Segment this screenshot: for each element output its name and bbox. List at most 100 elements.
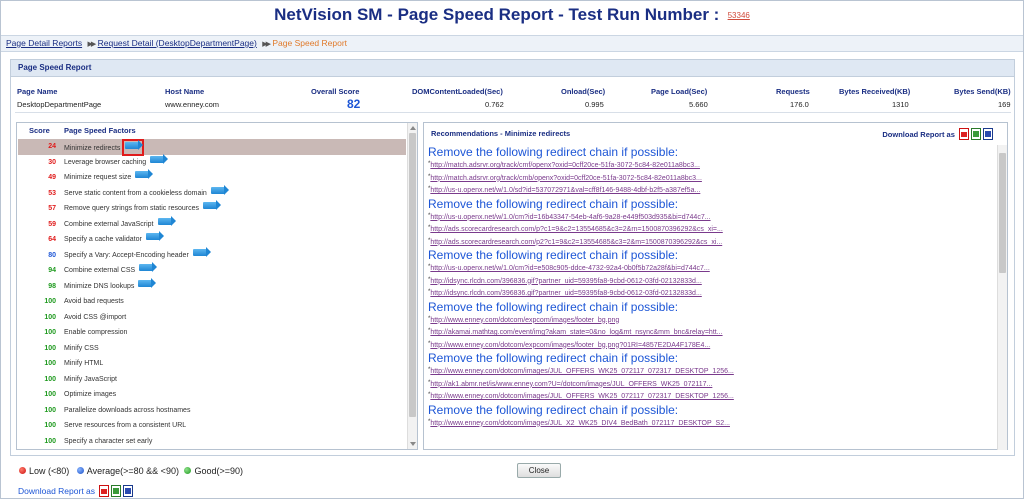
summary-header-bytes-received: Bytes Received(KB) xyxy=(839,87,911,96)
blue-arrow-icon[interactable] xyxy=(138,277,157,288)
factor-score: 59 xyxy=(48,220,56,228)
redirect-url-item: *http://akamai.mathtag.com/event/img?aka… xyxy=(428,326,993,339)
factor-name-wrap: Serve static content from a cookieless d… xyxy=(64,184,229,202)
factor-row[interactable]: 100 Minify HTML xyxy=(18,356,406,372)
legend-good: Good(>=90) xyxy=(194,466,244,476)
redirect-url-link[interactable]: http://www.enney.com/dotcom/expcom/image… xyxy=(430,317,619,324)
factor-row[interactable]: 100 Serve resources from a consistent URL xyxy=(18,418,406,434)
word-file-icon[interactable] xyxy=(983,128,993,140)
redirect-chain-title: Remove the following redirect chain if p… xyxy=(428,145,679,159)
factors-scrollbar[interactable] xyxy=(407,123,417,449)
scroll-down-icon[interactable] xyxy=(410,442,416,446)
blue-arrow-icon[interactable] xyxy=(125,140,144,150)
factor-row[interactable]: 80 Specify a Vary: Accept-Encoding header xyxy=(18,246,406,264)
factor-row[interactable]: 30 Leverage browser caching xyxy=(18,153,406,171)
factor-row[interactable]: 100 Optimize images xyxy=(18,387,406,403)
blue-arrow-icon[interactable] xyxy=(135,169,154,179)
blue-arrow-icon[interactable] xyxy=(192,246,211,257)
redirect-url-link[interactable]: http://www.enney.com/dotcom/expcom/image… xyxy=(430,342,710,349)
breadcrumb-request-detail[interactable]: Request Detail (DesktopDepartmentPage) xyxy=(98,38,257,48)
factor-name-wrap: Minimize DNS lookups xyxy=(64,277,157,295)
summary-onload: 0.995 xyxy=(585,100,604,109)
redirect-url-link[interactable]: http://us-u.openx.net/w/1.0/sd?id=537072… xyxy=(430,187,700,194)
recommendations-scrollbar[interactable] xyxy=(997,145,1007,450)
redirect-url-link[interactable]: http://idsync.rlcdn.com/396836.gif?partn… xyxy=(430,290,701,297)
summary-header-page-name: Page Name xyxy=(17,87,58,96)
redirect-url-link[interactable]: http://www.enney.com/dotcom/images/JUL_X… xyxy=(430,420,730,427)
factor-score: 49 xyxy=(48,174,56,181)
redirect-url-link[interactable]: http://us-u.openx.net/w/1.0/cm?id=16b433… xyxy=(430,214,710,221)
factor-name: Leverage browser caching xyxy=(64,158,147,166)
scrollbar-thumb[interactable] xyxy=(999,153,1006,273)
redirect-url-item: *http://ads.scorecardresearch.com/p?c1=9… xyxy=(428,223,993,236)
factor-name: Minimize DNS lookups xyxy=(64,282,135,290)
blue-arrow-icon[interactable] xyxy=(210,184,229,195)
close-button[interactable]: Close xyxy=(517,463,561,478)
factor-row[interactable]: 100 Parallelize downloads across hostname… xyxy=(18,403,406,419)
factor-row[interactable]: 100 Specify a character set early xyxy=(18,434,406,450)
factor-score: 100 xyxy=(44,391,56,398)
factor-name: Specify a Vary: Accept-Encoding header xyxy=(64,251,189,259)
breadcrumb-separator-icon: ▶▶ xyxy=(262,41,271,48)
factor-row[interactable]: 100 Enable compression xyxy=(18,325,406,341)
summary-divider xyxy=(15,112,1011,113)
redirect-url-link[interactable]: http://www.enney.com/dotcom/images/JUL_O… xyxy=(430,368,734,375)
scrollbar-thumb[interactable] xyxy=(409,133,416,417)
redirect-url-link[interactable]: http://match.adsrvr.org/track/cmb/openx?… xyxy=(430,175,702,182)
redirect-url-item: *http://ak1.abmr.net/is/www.enney.com?U=… xyxy=(428,378,993,391)
summary-host-name: www.enney.com xyxy=(165,100,220,109)
blue-arrow-icon[interactable] xyxy=(139,262,158,272)
factor-score: 100 xyxy=(44,360,56,367)
blue-arrow-icon[interactable] xyxy=(203,200,221,210)
factor-score: 100 xyxy=(44,406,56,414)
blue-arrow-icon[interactable] xyxy=(157,215,176,226)
summary-header-requests: Requests xyxy=(776,87,810,96)
panel-title: Page Speed Report xyxy=(11,60,1014,77)
pdf-file-icon[interactable] xyxy=(959,128,969,140)
redirect-url-link[interactable]: http://akamai.mathtag.com/event/img?akam… xyxy=(430,329,722,336)
factors-header-score: Score xyxy=(29,126,50,135)
redirect-url-link[interactable]: http://www.enney.com/dotcom/images/JUL_O… xyxy=(430,393,734,400)
redirect-url-link[interactable]: http://ads.scorecardresearch.com/p?c1=9&… xyxy=(430,226,722,233)
breadcrumb-page-detail-reports[interactable]: Page Detail Reports xyxy=(6,38,82,48)
redirect-url-link[interactable]: http://match.adsrvr.org/track/cmf/openx?… xyxy=(430,162,700,169)
factor-row[interactable]: 100 Avoid CSS @import xyxy=(18,310,406,326)
factor-row[interactable]: 57 Remove query strings from static resou… xyxy=(18,200,406,217)
blue-arrow-icon[interactable] xyxy=(150,153,169,164)
redirect-url-item: *http://www.enney.com/dotcom/expcom/imag… xyxy=(428,314,993,327)
redirect-url-link[interactable]: http://us-u.openx.net/w/1.0/cm?id=e508c9… xyxy=(430,265,709,272)
factors-header-name: Page Speed Factors xyxy=(64,126,136,135)
factor-score: 80 xyxy=(48,251,56,259)
redirect-url-item: *http://www.enney.com/dotcom/expcom/imag… xyxy=(428,339,993,352)
factor-row[interactable]: 100 Avoid bad requests xyxy=(18,294,406,310)
selected-arrow-highlight[interactable] xyxy=(122,139,145,156)
redirect-url-link[interactable]: http://ads.scorecardresearch.com/p2?c1=9… xyxy=(430,239,722,246)
redirect-url-link[interactable]: http://idsync.rlcdn.com/396836.gif?partn… xyxy=(430,278,701,285)
scroll-up-icon[interactable] xyxy=(410,126,416,130)
factor-row[interactable]: 59 Combine external JavaScript xyxy=(18,215,406,233)
excel-file-icon[interactable] xyxy=(111,485,122,497)
excel-file-icon[interactable] xyxy=(971,128,981,140)
redirect-url-item: *http://idsync.rlcdn.com/396836.gif?part… xyxy=(428,287,993,300)
pdf-file-icon[interactable] xyxy=(99,485,110,497)
factor-row[interactable]: 64 Specify a cache validator xyxy=(18,231,406,248)
factor-row[interactable]: 49 Minimize request size xyxy=(18,169,406,186)
factor-row[interactable]: 53 Serve static content from a cookieless… xyxy=(18,184,406,202)
factor-row[interactable]: 98 Minimize DNS lookups xyxy=(18,277,406,295)
factor-name: Specify a cache validator xyxy=(64,236,142,243)
word-file-icon[interactable] xyxy=(123,485,134,497)
factor-name: Combine external CSS xyxy=(64,267,136,274)
factor-name-wrap: Minify CSS xyxy=(64,341,99,357)
factor-row[interactable]: 24 Minimize redirects xyxy=(18,139,406,156)
test-run-number-link[interactable]: 53346 xyxy=(728,11,750,20)
redirect-chain-title: Remove the following redirect chain if p… xyxy=(428,402,679,417)
factor-row[interactable]: 94 Combine external CSS xyxy=(18,262,406,279)
recommendations-list: Remove the following redirect chain if p… xyxy=(428,145,993,449)
redirect-url-link[interactable]: http://ak1.abmr.net/is/www.enney.com?U=/… xyxy=(430,381,712,388)
blue-arrow-icon[interactable] xyxy=(145,231,164,241)
factor-row[interactable]: 100 Minify JavaScript xyxy=(18,372,406,388)
factor-name-wrap: Optimize images xyxy=(64,387,116,403)
summary-header-domcontentloaded: DOMContentLoaded(Sec) xyxy=(412,87,503,96)
factor-name-wrap: Minify HTML xyxy=(64,356,103,372)
factor-row[interactable]: 100 Minify CSS xyxy=(18,341,406,357)
